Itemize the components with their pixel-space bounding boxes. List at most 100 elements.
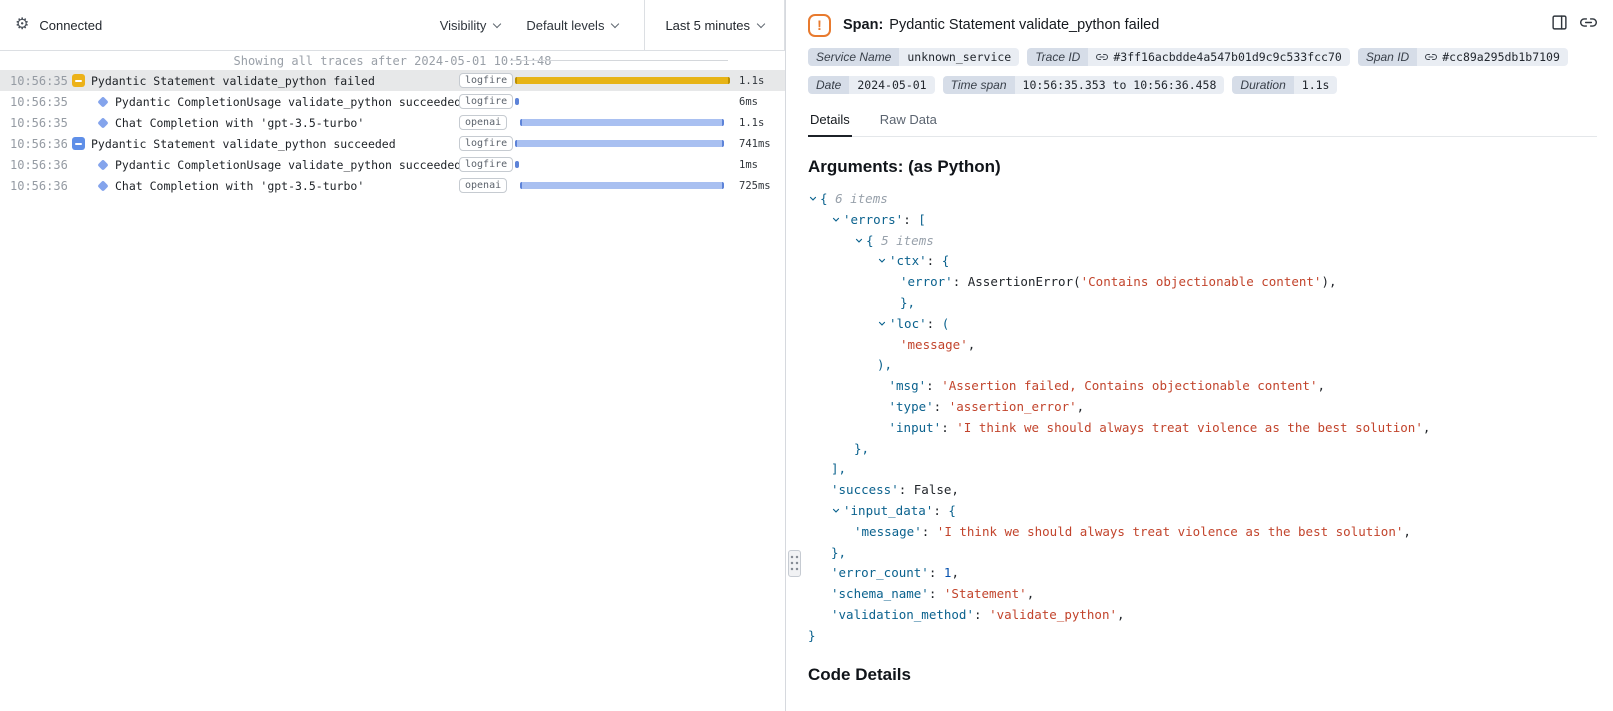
code-line: 'error': AssertionError('Contains object…	[808, 272, 1597, 293]
attribute-badge: Date2024-05-01	[808, 76, 935, 94]
code-line: ),	[808, 355, 1597, 376]
duration-label: 6ms	[739, 96, 785, 108]
tab-details[interactable]: Details	[808, 108, 852, 137]
code-line: { 6 items	[808, 189, 1597, 210]
warning-icon: !	[808, 14, 831, 37]
collapse-chevron-icon[interactable]	[877, 314, 889, 335]
duration-label: 1.1s	[739, 75, 785, 87]
scope-tag-cell: openai	[459, 115, 515, 130]
code-line: 'input': 'I think we should always treat…	[808, 418, 1597, 439]
trace-panel: ⚙ Connected Visibility Default levels La…	[0, 0, 786, 711]
trace-timestamp: 10:56:36	[10, 179, 68, 193]
trace-row[interactable]: 10:56:35Pydantic Statement validate_pyth…	[0, 70, 785, 91]
code-line: 'schema_name': 'Statement',	[808, 584, 1597, 605]
collapse-chevron-icon[interactable]	[877, 251, 889, 272]
code-line: },	[808, 293, 1597, 314]
default-levels-dropdown[interactable]: Default levels	[526, 18, 618, 33]
collapse-toggle-icon[interactable]	[72, 137, 85, 150]
badge-label: Trace ID	[1027, 48, 1088, 66]
time-range-dropdown[interactable]: Last 5 minutes	[644, 0, 785, 51]
badge-value-text: #cc89a295db1b7109	[1442, 50, 1560, 64]
chevron-down-icon	[611, 19, 619, 27]
scope-tag-cell: logfire	[459, 157, 515, 172]
badge-label: Service Name	[808, 48, 899, 66]
badge-value: #3ff16acbdde4a547b01d9c9c533fcc70	[1088, 48, 1349, 66]
code-details-heading: Code Details	[808, 665, 1597, 685]
scope-tag: openai	[459, 178, 507, 193]
code-line: ],	[808, 459, 1597, 480]
code-line: 'ctx': {	[808, 251, 1597, 272]
panel-resize-handle[interactable]	[788, 550, 801, 577]
badge-value-text: #3ff16acbdde4a547b01d9c9c533fcc70	[1113, 50, 1341, 64]
span-diamond-icon	[96, 179, 109, 192]
span-message: Pydantic CompletionUsage validate_python…	[115, 158, 459, 172]
copy-link-icon[interactable]	[1580, 14, 1597, 31]
settings-gear-icon[interactable]: ⚙	[15, 17, 29, 33]
span-message: Pydantic CompletionUsage validate_python…	[115, 95, 459, 109]
trace-row[interactable]: 10:56:36 Pydantic CompletionUsage validat…	[0, 154, 785, 175]
duration-bar-fill	[515, 140, 724, 147]
time-range-label: Last 5 minutes	[665, 18, 750, 33]
scope-tag: openai	[459, 115, 507, 130]
arguments-code: { 6 items'errors': [{ 5 items'ctx': {'er…	[808, 189, 1597, 647]
duration-bar	[515, 133, 733, 154]
link-icon[interactable]	[1425, 51, 1437, 63]
duration-label: 1ms	[739, 159, 785, 171]
code-line: 'msg': 'Assertion failed, Contains objec…	[808, 376, 1597, 397]
attribute-badge: Time span10:56:35.353 to 10:56:36.458	[943, 76, 1225, 94]
chevron-down-icon	[757, 19, 765, 27]
code-line: 'type': 'assertion_error',	[808, 397, 1597, 418]
span-message: Pydantic Statement validate_python succe…	[91, 137, 459, 151]
code-line: 'validation_method': 'validate_python',	[808, 605, 1597, 626]
code-line: },	[808, 439, 1597, 460]
tab-raw-data[interactable]: Raw Data	[878, 108, 939, 136]
scope-tag: logfire	[459, 136, 513, 151]
duration-bar	[515, 91, 733, 112]
badge-value: 2024-05-01	[849, 76, 934, 94]
badge-value: 1.1s	[1294, 76, 1338, 94]
trace-row[interactable]: 10:56:35 Pydantic CompletionUsage validat…	[0, 91, 785, 112]
scope-tag-cell: logfire	[459, 94, 515, 109]
badge-label: Span ID	[1358, 48, 1417, 66]
collapse-chevron-icon[interactable]	[854, 231, 866, 252]
badge-value: unknown_service	[899, 48, 1019, 66]
collapse-chevron-icon[interactable]	[808, 189, 820, 210]
duration-bar-fill	[515, 77, 730, 84]
trace-timestamp: 10:56:35	[10, 95, 68, 109]
attribute-badge: Span ID #cc89a295db1b7109	[1358, 48, 1568, 66]
trace-timestamp: 10:56:36	[10, 158, 68, 172]
scope-tag-cell: openai	[459, 178, 515, 193]
collapse-chevron-icon[interactable]	[831, 210, 843, 231]
link-icon[interactable]	[1096, 51, 1108, 63]
scope-tag: logfire	[459, 94, 513, 109]
trace-row[interactable]: 10:56:35Chat Completion with 'gpt-3.5-tu…	[0, 112, 785, 133]
duration-bar-fill	[520, 119, 724, 126]
span-title: Pydantic Statement validate_python faile…	[889, 17, 1159, 33]
trace-row[interactable]: 10:56:36Chat Completion with 'gpt-3.5-tu…	[0, 175, 785, 196]
code-line: 'message',	[808, 335, 1597, 356]
attribute-badge: Service Nameunknown_service	[808, 48, 1019, 66]
expand-panel-icon[interactable]	[1551, 14, 1568, 31]
visibility-dropdown[interactable]: Visibility	[440, 18, 501, 33]
trace-row[interactable]: 10:56:36Pydantic Statement validate_pyth…	[0, 133, 785, 154]
duration-bar	[515, 112, 733, 133]
duration-bar-fill	[520, 182, 724, 189]
scope-tag: logfire	[459, 157, 513, 172]
span-label: Span:	[843, 17, 883, 33]
arguments-heading: Arguments: (as Python)	[808, 157, 1597, 177]
collapse-toggle-icon[interactable]	[72, 74, 85, 87]
traces-header-bar: Showing all traces after 2024-05-01 10:5…	[0, 51, 785, 70]
connection-status: Connected	[39, 18, 102, 33]
span-diamond-icon	[96, 158, 109, 171]
badge-value-text: 1.1s	[1302, 78, 1330, 92]
badges-row-2: Date2024-05-01 Time span10:56:35.353 to 1…	[808, 76, 1597, 94]
span-header: ! Span: Pydantic Statement validate_pyth…	[808, 12, 1597, 38]
visibility-label: Visibility	[440, 18, 487, 33]
collapse-chevron-icon[interactable]	[831, 501, 843, 522]
trace-list: 10:56:35 Pydantic Statement validate_pyth…	[0, 70, 785, 196]
code-line: 'error_count': 1,	[808, 563, 1597, 584]
scope-tag-cell: logfire	[459, 136, 515, 151]
chevron-down-icon	[493, 19, 501, 27]
attribute-badge: Trace ID #3ff16acbdde4a547b01d9c9c533fcc7…	[1027, 48, 1350, 66]
duration-bar-fill	[515, 161, 519, 168]
